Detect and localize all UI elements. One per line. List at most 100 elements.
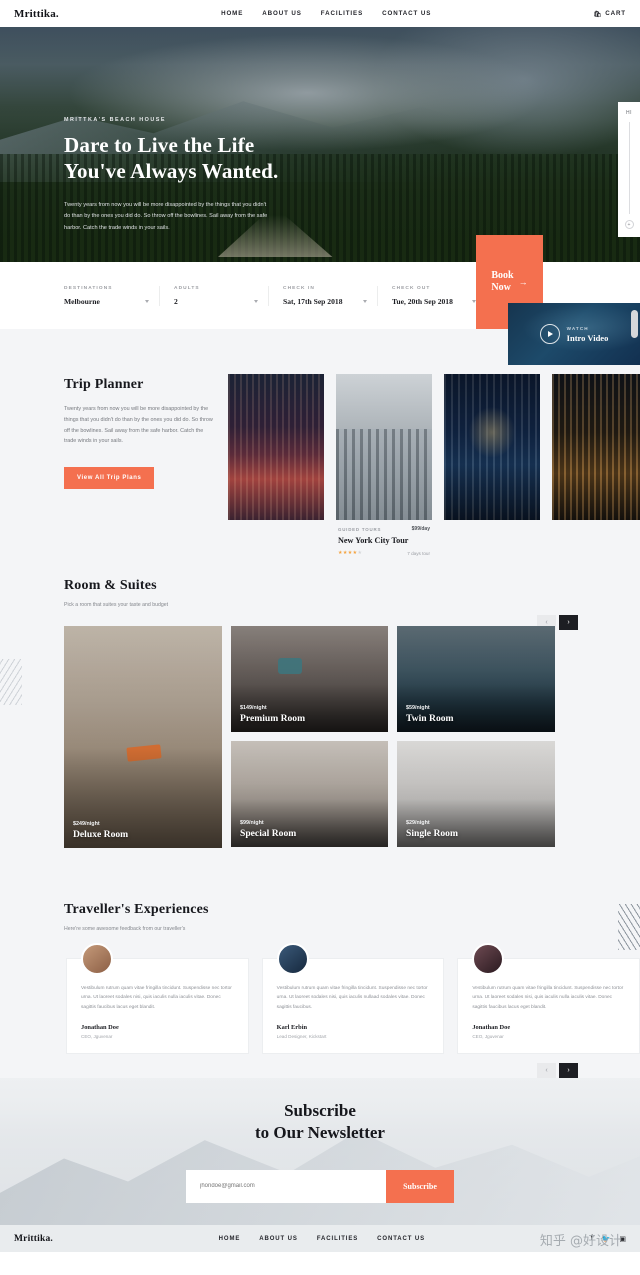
testimonial-author-role: CEO, Jguvenar [472,1034,504,1040]
booking-field-check-out[interactable]: CHECK OUT Tue, 20th Sep 2018 [377,285,486,306]
newsletter-email-input[interactable] [186,1169,386,1203]
rooms-subtitle: Pick a room that suites your taste and b… [64,602,169,608]
brand-logo[interactable]: Mrittika. [14,8,59,20]
check-out-value: Tue, 20th Sep 2018 [392,296,453,306]
destinations-value: Melbourne [64,296,100,306]
tour-card[interactable] [228,374,324,556]
tour-image [552,374,640,520]
footer-nav-item-facilities[interactable]: FACILITIES [317,1236,358,1242]
footer-brand-logo[interactable]: Mrittika. [14,1234,53,1244]
nav-item-contact-us[interactable]: CONTACT US [382,10,431,17]
newsletter-section: Subscribe to Our Newsletter Subscribe [0,1078,640,1226]
booking-field-check-in[interactable]: CHECK IN Sat, 17th Sep 2018 [268,285,377,306]
newsletter-title: Subscribe to Our Newsletter [255,1100,385,1144]
room-label: $149/night Premium Room [240,705,305,724]
booking-field-adults[interactable]: ADULTS 2 [159,285,268,306]
chevron-down-icon[interactable] [254,299,258,303]
room-card-single[interactable]: $29/night Single Room [397,741,555,847]
room-label: $29/night Single Room [406,820,458,839]
room-label: $99/night Special Room [240,820,296,839]
view-all-trip-plans-button[interactable]: View All Trip Plans [64,467,155,490]
trip-planner-text-block: Trip Planner Twenty years from now you w… [58,377,216,490]
nav-item-about-us[interactable]: ABOUT US [262,10,302,17]
room-name: Special Room [240,828,297,839]
room-decor [126,744,162,762]
booking-bar-section: WATCH Intro Video DESTINATIONS Melbourne… [0,235,640,365]
tour-name: New York City Tour [338,536,409,545]
avatar [276,943,309,975]
room-name: Premium Room [240,713,306,724]
chevron-down-icon[interactable] [363,299,367,303]
testimonials-carousel-nav: ‹ › [537,1063,578,1079]
tour-card[interactable] [552,374,640,556]
newsletter-title-line-2: to Our Newsletter [255,1123,385,1143]
room-card-premium[interactable]: $149/night Premium Room [231,626,388,732]
newsletter-form: Subscribe [186,1169,454,1203]
room-card-special[interactable]: $99/night Special Room [231,741,388,847]
room-label: $249/night Deluxe Room [73,821,128,840]
watermark: 知乎 @好设计 [539,1234,622,1249]
room-card-twin[interactable]: $59/night Twin Room [397,626,555,732]
rooms-section: Room & Suites Pick a room that suites yo… [0,546,640,876]
testimonials-title: Traveller's Experiences [64,902,209,917]
tour-image [444,374,540,520]
nav-item-facilities[interactable]: FACILITIES [321,10,363,17]
adults-label: ADULTS [174,285,200,291]
testimonials-header: Traveller's Experiences Here're some awe… [0,902,640,932]
avatar [472,943,505,975]
tour-carousel: GUIDED TOURS $99/day New York City Tour … [228,374,640,556]
tour-card[interactable]: GUIDED TOURS $99/day New York City Tour … [336,374,432,556]
booking-field-destinations[interactable]: DESTINATIONS Melbourne [64,286,159,306]
tour-price: $99/day [411,526,430,532]
cart-button[interactable]: 🛍 CART [593,10,626,18]
footer-nav: HOME ABOUT US FACILITIES CONTACT US [219,1236,425,1242]
cart-label: CART [605,10,626,17]
room-card-deluxe[interactable]: $249/night Deluxe Room [64,626,222,848]
nav-item-home[interactable]: HOME [221,10,243,17]
testimonial-next-button[interactable]: › [559,1063,578,1079]
footer-nav-item-contact-us[interactable]: CONTACT US [377,1236,425,1242]
hero-section: MRITTKA'S BEACH HOUSE Dare to Live the L… [0,27,640,262]
side-panel-dots: HI [626,110,632,116]
intro-video-widget[interactable]: WATCH Intro Video [508,303,640,365]
tour-image [336,374,432,520]
rooms-grid: $249/night Deluxe Room $149/night Premiu… [0,626,640,848]
testimonial-quote: Vestibulum rutrum quam vitae fringilla t… [276,986,428,1010]
check-in-label: CHECK IN [283,285,315,291]
play-icon[interactable] [539,324,560,344]
book-now-label: Book Now [491,270,513,295]
testimonial-card: Vestibulum rutrum quam vitae fringilla t… [457,943,640,1055]
testimonial-quote: Vestibulum rutrum quam vitae fringilla t… [472,986,624,1010]
testimonial-prev-button[interactable]: ‹ [537,1063,556,1079]
rooms-header: Room & Suites Pick a room that suites yo… [0,578,640,608]
scrollbar-thumb[interactable] [631,310,638,338]
footer-nav-item-about-us[interactable]: ABOUT US [259,1236,298,1242]
destinations-label: DESTINATIONS [64,285,113,291]
arrow-right-icon: → [518,277,528,287]
trip-planner-title: Trip Planner [64,377,144,392]
check-in-value: Sat, 17th Sep 2018 [283,296,343,306]
video-watch-label: WATCH [566,325,589,331]
main-nav: HOME ABOUT US FACILITIES CONTACT US [221,10,431,17]
check-out-label: CHECK OUT [392,285,431,291]
room-price: $29/night [406,820,430,826]
book-now-line-1: Book [491,269,514,281]
side-widget-panel: HI + [618,102,640,237]
testimonial-author-name: Jonathan Doe [472,1024,511,1032]
hero-title-line-2: You've Always Wanted. [64,158,279,183]
chevron-down-icon[interactable] [145,299,149,303]
trip-planner-paragraph: Twenty years from now you will be more d… [64,406,213,445]
side-panel-line [628,122,630,214]
room-price: $99/night [240,820,264,826]
testimonials-subtitle: Here're some awesome feedback from our t… [64,926,186,932]
room-label: $59/night Twin Room [406,705,454,724]
side-panel-button[interactable]: + [624,220,634,229]
testimonial-card: Vestibulum rutrum quam vitae fringilla t… [66,943,249,1055]
bag-icon: 🛍 [593,10,603,18]
tour-card[interactable] [444,374,540,556]
room-name: Single Room [406,828,458,839]
subscribe-button[interactable]: Subscribe [386,1169,454,1203]
landing-page: Mrittika. HOME ABOUT US FACILITIES CONTA… [0,0,640,1275]
footer-nav-item-home[interactable]: HOME [219,1236,241,1242]
video-meta: WATCH Intro Video [567,326,609,343]
